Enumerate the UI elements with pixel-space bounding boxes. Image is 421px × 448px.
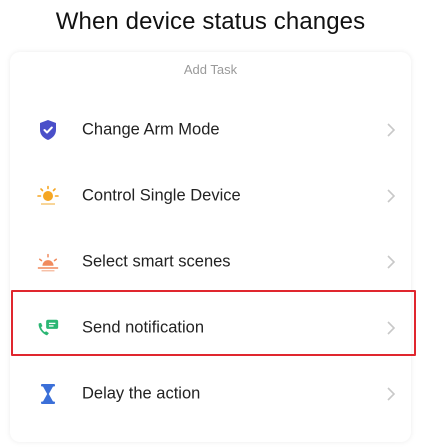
shield-icon xyxy=(36,118,60,142)
chevron-right-icon xyxy=(385,254,397,270)
chevron-right-icon xyxy=(385,386,397,402)
task-item-label: Change Arm Mode xyxy=(82,120,220,139)
task-item-select-smart-scenes[interactable]: Select smart scenes xyxy=(10,229,411,295)
task-item-change-arm-mode[interactable]: Change Arm Mode xyxy=(10,97,411,163)
card-title: Add Task xyxy=(183,62,238,77)
task-item-delay-the-action[interactable]: Delay the action xyxy=(10,361,411,427)
task-item-label: Select smart scenes xyxy=(82,252,231,271)
task-item-label: Control Single Device xyxy=(82,186,241,205)
chevron-right-icon xyxy=(385,122,397,138)
page-heading: When device status changes xyxy=(55,8,366,35)
hourglass-icon xyxy=(36,382,60,406)
sun-icon xyxy=(36,184,60,208)
sunrise-icon xyxy=(36,250,60,274)
task-item-label: Delay the action xyxy=(82,384,201,403)
add-task-card: Add Task Change Arm Mode Control Single … xyxy=(10,52,411,442)
task-item-control-single-device[interactable]: Control Single Device xyxy=(10,163,411,229)
highlight-box xyxy=(11,290,416,356)
chevron-right-icon xyxy=(385,188,397,204)
